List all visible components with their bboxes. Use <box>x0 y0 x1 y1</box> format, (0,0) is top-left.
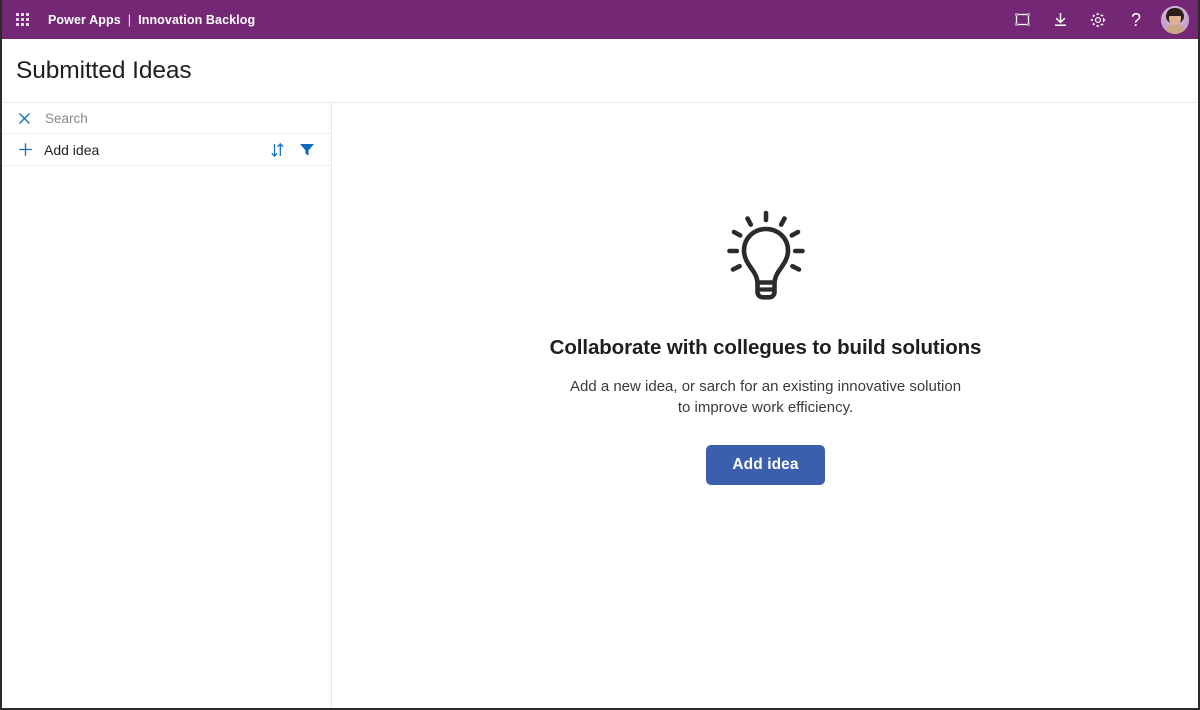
close-x-icon[interactable] <box>16 110 33 127</box>
help-glyph: ? <box>1130 9 1141 30</box>
waffle-grid <box>15 13 29 26</box>
app-launcher-waffle-icon[interactable] <box>9 7 35 33</box>
add-idea-button[interactable]: Add idea <box>706 445 825 485</box>
brand-area[interactable]: Power Apps | Innovation Backlog <box>48 13 255 27</box>
help-question-icon[interactable]: ? <box>1117 0 1155 39</box>
gear-icon[interactable] <box>1079 0 1117 39</box>
search-placeholder: Search <box>45 110 88 126</box>
search-input[interactable]: Search <box>2 103 331 134</box>
add-idea-row: Add idea <box>2 134 331 166</box>
lightbulb-icon <box>726 210 805 300</box>
empty-state: Collaborate with collegues to build solu… <box>531 208 1001 708</box>
fullscreen-frame-icon[interactable] <box>1003 0 1041 39</box>
ideas-list[interactable] <box>2 167 331 708</box>
app-window: Power Apps | Innovation Backlog ? Submit… <box>0 0 1200 710</box>
lightbulb-illustration <box>531 208 1001 304</box>
filter-funnel-icon[interactable] <box>295 138 319 162</box>
avatar[interactable] <box>1161 5 1189 34</box>
brand-separator: | <box>127 12 132 27</box>
main-content: Collaborate with collegues to build solu… <box>333 103 1198 708</box>
download-icon[interactable] <box>1041 0 1079 39</box>
page-title: Submitted Ideas <box>16 56 192 84</box>
top-app-bar: Power Apps | Innovation Backlog ? <box>2 0 1198 39</box>
brand-name: Power Apps <box>48 12 121 27</box>
avatar-fringe <box>1167 8 1183 16</box>
empty-state-description: Add a new idea, or sarch for an existing… <box>569 378 962 416</box>
plus-icon[interactable] <box>16 141 34 159</box>
sidebar: Search Add idea <box>2 103 332 708</box>
empty-state-title: Collaborate with collegues to build solu… <box>549 336 982 359</box>
sort-arrows-icon[interactable] <box>265 138 289 162</box>
add-idea-label[interactable]: Add idea <box>44 142 99 158</box>
topbar-actions: ? <box>1003 0 1189 39</box>
app-name: Innovation Backlog <box>138 12 256 27</box>
page-title-bar: Submitted Ideas <box>2 39 1198 103</box>
